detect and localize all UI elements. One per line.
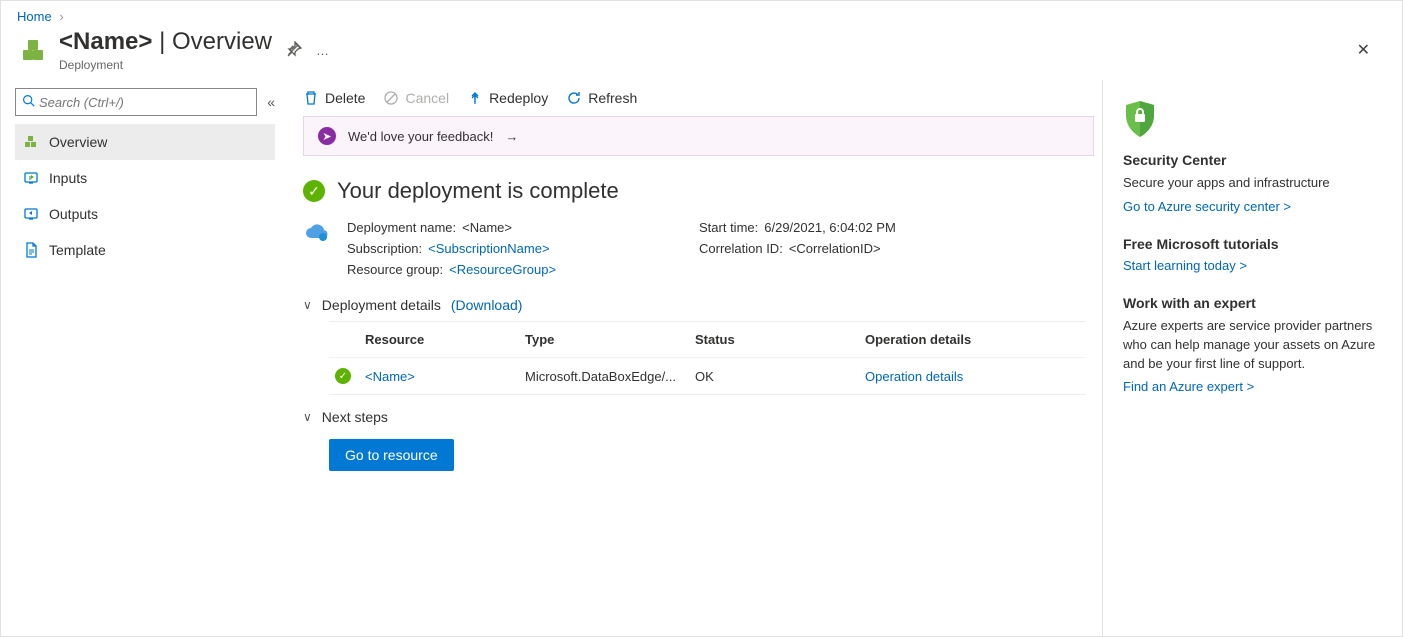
sidebar: « Overview Inputs Outputs Template <box>1 80 287 636</box>
row-status-icon: ✓ <box>335 368 351 384</box>
col-status: Status <box>695 332 865 347</box>
row-status: OK <box>695 369 865 384</box>
command-bar: Delete Cancel Redeploy Refresh <box>287 80 1102 116</box>
breadcrumb-home[interactable]: Home <box>17 9 52 24</box>
collapse-sidebar-icon[interactable]: « <box>267 94 275 110</box>
expert-link[interactable]: Find an Azure expert > <box>1123 379 1254 394</box>
overview-icon <box>23 134 39 150</box>
tutorials-link[interactable]: Start learning today > <box>1123 258 1247 273</box>
page-title: <Name> | Overview <box>59 28 272 56</box>
deployment-details-toggle[interactable]: ∨ Deployment details (Download) <box>303 297 1086 313</box>
search-icon <box>22 94 35 110</box>
row-resource-link[interactable]: <Name> <box>365 369 525 384</box>
sidebar-item-label: Outputs <box>49 206 98 222</box>
correlation-id-label: Correlation ID: <box>699 241 783 256</box>
next-steps-toggle[interactable]: ∨ Next steps <box>303 409 1086 425</box>
close-button[interactable]: ✕ <box>1357 40 1370 60</box>
rocket-icon: ➤ <box>318 127 336 145</box>
sidebar-item-overview[interactable]: Overview <box>15 124 275 160</box>
redeploy-button[interactable]: Redeploy <box>467 90 548 106</box>
resource-group-link[interactable]: <ResourceGroup> <box>449 262 556 277</box>
sidebar-item-label: Overview <box>49 134 107 150</box>
shield-icon <box>1123 100 1157 138</box>
title-sep: | <box>152 28 172 55</box>
feedback-banner[interactable]: ➤ We'd love your feedback! → <box>303 116 1094 156</box>
sidebar-item-inputs[interactable]: Inputs <box>15 160 275 196</box>
sidebar-item-template[interactable]: Template <box>15 232 275 268</box>
sidebar-item-label: Template <box>49 242 106 258</box>
resource-group-label: Resource group: <box>347 262 443 277</box>
more-icon[interactable]: … <box>316 43 331 58</box>
tutorials-heading: Free Microsoft tutorials <box>1123 236 1386 252</box>
feedback-text: We'd love your feedback! <box>348 129 493 144</box>
start-time-label: Start time: <box>699 220 758 235</box>
breadcrumb: Home › <box>1 1 1402 28</box>
outputs-icon <box>23 206 39 222</box>
template-icon <box>23 242 39 258</box>
sidebar-search[interactable] <box>15 88 257 116</box>
refresh-button[interactable]: Refresh <box>566 90 637 106</box>
cloud-icon <box>303 222 331 246</box>
sidebar-item-outputs[interactable]: Outputs <box>15 196 275 232</box>
go-to-resource-button[interactable]: Go to resource <box>329 439 454 471</box>
chevron-down-icon: ∨ <box>303 298 312 312</box>
start-time-value: 6/29/2021, 6:04:02 PM <box>764 220 896 235</box>
security-center-link[interactable]: Go to Azure security center > <box>1123 199 1291 214</box>
correlation-id-value: <CorrelationID> <box>789 241 881 256</box>
page-name: Overview <box>172 28 272 55</box>
page-subtitle: Deployment <box>59 58 272 72</box>
subscription-label: Subscription: <box>347 241 422 256</box>
security-center-heading: Security Center <box>1123 152 1386 168</box>
download-link[interactable]: (Download) <box>451 297 523 313</box>
info-panel: Security Center Secure your apps and inf… <box>1102 80 1402 636</box>
deployment-details-heading: Deployment details <box>322 297 441 313</box>
deployment-name-value: <Name> <box>462 220 512 235</box>
col-op-details: Operation details <box>865 332 1080 347</box>
breadcrumb-sep: › <box>59 9 63 24</box>
resource-name: <Name> <box>59 28 152 55</box>
expert-heading: Work with an expert <box>1123 295 1386 311</box>
subscription-link[interactable]: <SubscriptionName> <box>428 241 549 256</box>
resource-icon <box>17 34 49 66</box>
arrow-right-icon: → <box>505 129 518 144</box>
expert-text: Azure experts are service provider partn… <box>1123 317 1386 374</box>
cancel-button: Cancel <box>383 90 449 106</box>
success-check-icon: ✓ <box>303 180 325 202</box>
security-center-text: Secure your apps and infrastructure <box>1123 174 1386 193</box>
inputs-icon <box>23 170 39 186</box>
row-op-details-link[interactable]: Operation details <box>865 369 1080 384</box>
col-type: Type <box>525 332 695 347</box>
delete-button[interactable]: Delete <box>303 90 365 106</box>
page-header: <Name> | Overview Deployment … ✕ <box>1 28 1402 80</box>
pin-icon[interactable] <box>286 41 302 60</box>
col-resource: Resource <box>365 332 525 347</box>
deployment-status-title: Your deployment is complete <box>337 178 619 204</box>
row-type: Microsoft.DataBoxEdge/... <box>525 369 695 384</box>
sidebar-item-label: Inputs <box>49 170 87 186</box>
search-input[interactable] <box>39 95 250 110</box>
deployment-details-table: Resource Type Status Operation details ✓… <box>329 321 1086 395</box>
table-row: ✓ <Name> Microsoft.DataBoxEdge/... OK Op… <box>329 357 1086 394</box>
chevron-down-icon: ∨ <box>303 410 312 424</box>
deployment-name-label: Deployment name: <box>347 220 456 235</box>
next-steps-heading: Next steps <box>322 409 388 425</box>
